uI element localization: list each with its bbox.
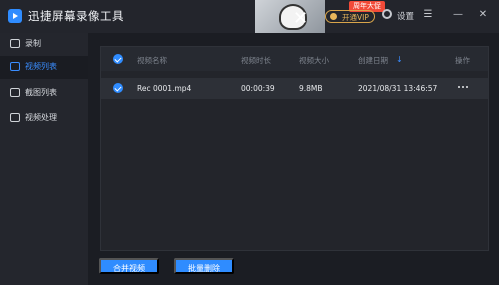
batch-delete-button[interactable]: 批量删除 [174, 258, 234, 274]
video-date: 2021/08/31 13:46:57 [358, 84, 438, 93]
settings-label: 设置 [397, 12, 415, 22]
more-options-icon[interactable] [458, 84, 470, 92]
column-name: 视频名称 [137, 56, 167, 65]
column-date[interactable]: 创建日期 [358, 55, 388, 66]
sidebar-item-screenshot-list[interactable]: 截图列表 [0, 82, 88, 105]
more-dot-icon [458, 86, 460, 88]
app-title: 迅捷屏幕录像工具 [28, 9, 124, 23]
sidebar: 录制 视频列表 截图列表 视频处理 [0, 33, 88, 285]
column-size: 视频大小 [299, 56, 329, 65]
video-process-icon [10, 113, 20, 122]
sidebar-item-record[interactable]: 录制 [0, 33, 88, 56]
sort-down-icon[interactable]: ↓ [396, 55, 403, 64]
sidebar-item-video-process[interactable]: 视频处理 [0, 107, 88, 130]
sidebar-item-label: 视频处理 [25, 113, 57, 122]
sidebar-item-label: 录制 [25, 39, 41, 48]
table-row[interactable]: Rec 0001.mp4 00:00:39 9.8MB 2021/08/31 1… [101, 78, 488, 99]
camera-icon [10, 39, 20, 48]
minimize-icon[interactable]: — [451, 8, 465, 22]
sidebar-item-label: 截图列表 [25, 88, 57, 97]
promo-banner[interactable]: ✕ [255, 0, 325, 33]
select-all-checkbox[interactable] [113, 54, 123, 64]
vip-label: 开通VIP [342, 13, 369, 22]
menu-icon[interactable]: ☰ [421, 8, 435, 22]
vip-button[interactable]: 开通VIP [325, 10, 375, 23]
gear-icon [382, 9, 392, 19]
column-duration: 视频时长 [241, 56, 271, 65]
table-header: 视频名称 视频时长 视频大小 创建日期 ↓ 操作 [101, 47, 488, 71]
more-dot-icon [466, 86, 468, 88]
more-dot-icon [462, 86, 464, 88]
row-checkbox[interactable] [113, 83, 123, 93]
screenshot-list-icon [10, 88, 20, 97]
crown-icon [330, 13, 337, 20]
video-duration: 00:00:39 [241, 84, 275, 93]
title-bar: 迅捷屏幕录像工具 ✕ 周年大促 开通VIP 设置 ☰ — ✕ [0, 0, 499, 33]
video-name: Rec 0001.mp4 [137, 84, 192, 93]
promo-x-icon: ✕ [293, 8, 309, 29]
column-actions: 操作 [455, 56, 470, 65]
video-list-icon [10, 62, 20, 71]
sidebar-item-video-list[interactable]: 视频列表 [0, 56, 88, 79]
video-size: 9.8MB [299, 84, 323, 93]
video-table: 视频名称 视频时长 视频大小 创建日期 ↓ 操作 Rec 0001.mp4 00… [100, 46, 489, 251]
merge-videos-button[interactable]: 合并视频 [99, 258, 159, 274]
sidebar-item-label: 视频列表 [25, 62, 57, 71]
app-logo-icon [8, 9, 22, 23]
close-icon[interactable]: ✕ [476, 8, 490, 22]
